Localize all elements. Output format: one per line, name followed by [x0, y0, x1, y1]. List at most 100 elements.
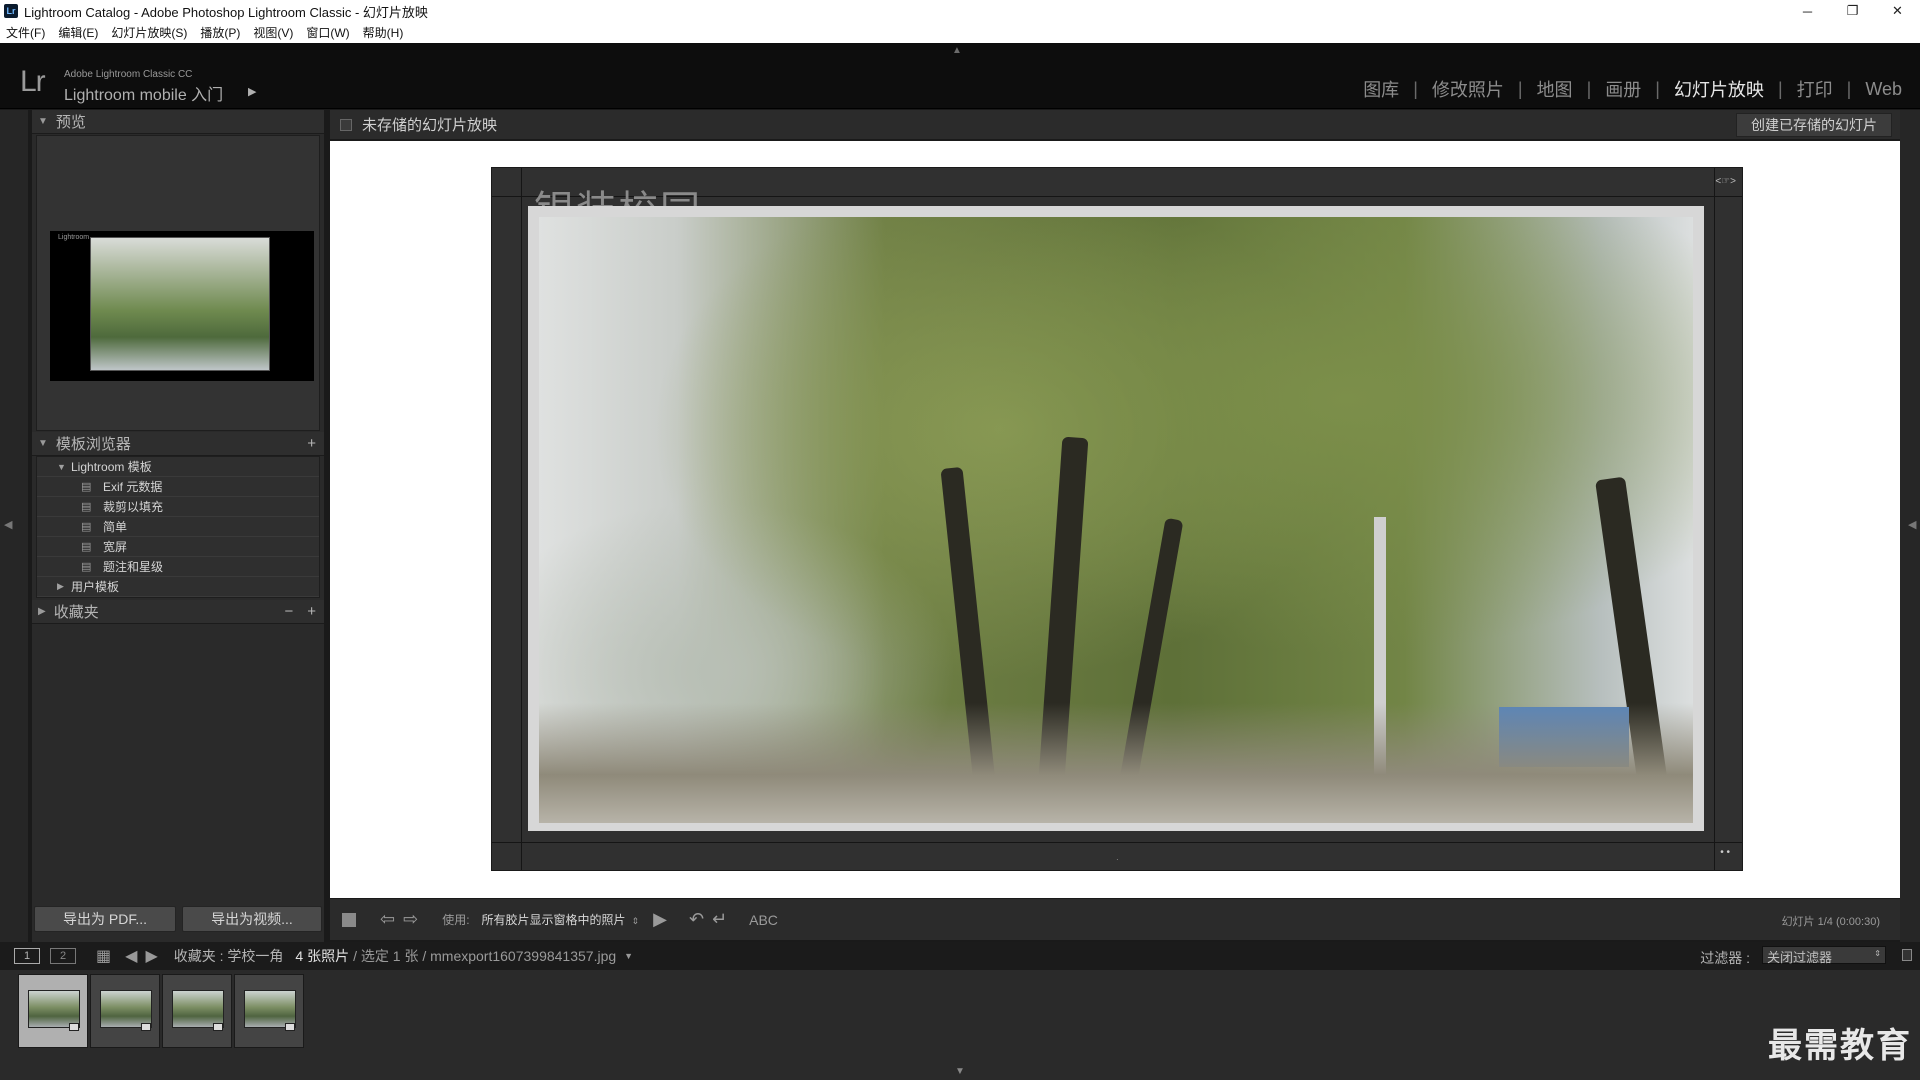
template-item[interactable]: ▤ 裁剪以填充	[37, 497, 319, 517]
forward-arrow-icon[interactable]: ▶	[145, 946, 157, 966]
folder-expand-icon[interactable]: ▶	[57, 581, 71, 592]
menu-view[interactable]: 视图(V)	[253, 24, 293, 41]
module-map[interactable]: 地图	[1535, 76, 1575, 102]
slide[interactable]: 银装校园 <☞> • • ·	[491, 167, 1743, 871]
layout-guide[interactable]	[492, 842, 1742, 843]
collapse-top-panel-icon[interactable]: ▲	[952, 45, 962, 56]
filmstrip-thumbnail[interactable]	[234, 974, 304, 1048]
template-label: 裁剪以填充	[103, 500, 164, 514]
collections-header[interactable]: ▶ 收藏夹 − +	[32, 600, 324, 624]
menu-help[interactable]: 帮助(H)	[363, 24, 404, 41]
collections-title: 收藏夹	[53, 604, 99, 621]
module-library[interactable]: 图库	[1361, 76, 1401, 102]
secondary-window-toggle[interactable]: 2	[50, 948, 76, 964]
use-dropdown-value: 所有胶片显示窗格中的照片	[481, 913, 626, 927]
filmstrip-thumbnail[interactable]	[18, 974, 88, 1048]
menu-play[interactable]: 播放(P)	[200, 24, 240, 41]
use-dropdown[interactable]: 所有胶片显示窗格中的照片 ⇕	[482, 911, 640, 928]
module-develop[interactable]: 修改照片	[1430, 76, 1506, 102]
rating-marker-icon[interactable]: • •	[1720, 847, 1730, 858]
collapse-triangle-icon[interactable]: ▶	[38, 606, 46, 617]
add-text-button[interactable]: ABC	[749, 912, 778, 928]
source-dropdown-icon[interactable]: ▼	[624, 951, 633, 961]
template-folder-lightroom[interactable]: ▼ Lightroom 模板	[37, 457, 319, 477]
menu-edit[interactable]: 编辑(E)	[58, 24, 98, 41]
caption-marker[interactable]: ·	[1116, 855, 1119, 864]
template-item[interactable]: ▤ 简单	[37, 517, 319, 537]
remove-collection-icon[interactable]: −	[284, 603, 293, 620]
layout-guide[interactable]	[1714, 168, 1715, 870]
slideshow-toolbar: ⇦ ⇨ 使用: 所有胶片显示窗格中的照片 ⇕ ▶ ↶ ↵ ABC 幻灯片 1/4 …	[330, 898, 1900, 940]
play-icon[interactable]: ▶	[653, 909, 667, 930]
filmstrip-source[interactable]: 收藏夹 : 学校一角	[174, 946, 284, 966]
preview-panel-header[interactable]: ▼ 预览	[32, 110, 324, 134]
main-window-toggle[interactable]: 1	[14, 948, 40, 964]
stop-icon[interactable]	[342, 912, 356, 927]
collection-badge-icon	[69, 1023, 79, 1031]
grid-view-icon[interactable]: ▦	[96, 946, 111, 966]
dropdown-caret-icon: ⇕	[631, 916, 640, 926]
window-title: Lightroom Catalog - Adobe Photoshop Ligh…	[24, 4, 428, 20]
slideshow-checkbox[interactable]	[340, 118, 352, 131]
filter-dropdown[interactable]: 关闭过滤器 ⇕	[1762, 946, 1886, 965]
minimize-button[interactable]: ─	[1785, 0, 1830, 22]
template-folder-user[interactable]: ▶ 用户模板	[37, 577, 319, 597]
restore-button[interactable]: ❐	[1830, 0, 1875, 22]
filmstrip-thumbnail[interactable]	[162, 974, 232, 1048]
identity-plate-mobile[interactable]: Lightroom mobile 入门	[64, 81, 223, 105]
module-print[interactable]: 打印	[1795, 76, 1835, 102]
slide-editor-canvas: 银装校园 <☞> • • ·	[330, 141, 1900, 898]
folder-expand-icon[interactable]: ▼	[57, 462, 71, 472]
template-doc-icon: ▤	[81, 481, 92, 493]
collapse-triangle-icon[interactable]: ▼	[38, 116, 48, 127]
module-web[interactable]: Web	[1863, 79, 1904, 100]
previous-slide-icon[interactable]: ⇦	[380, 909, 395, 930]
folder-label: Lightroom 模板	[71, 460, 152, 474]
module-separator: |	[1413, 78, 1418, 99]
close-button[interactable]: ✕	[1875, 0, 1920, 22]
template-item[interactable]: ▤ Exif 元数据	[37, 477, 319, 497]
add-collection-icon[interactable]: +	[307, 603, 316, 620]
layout-guide[interactable]	[521, 168, 522, 870]
template-doc-icon: ▤	[81, 561, 92, 573]
template-browser-header[interactable]: ▼ 模板浏览器 +	[32, 432, 324, 456]
template-item[interactable]: ▤ 题注和星级	[37, 557, 319, 577]
module-picker: 图库 | 修改照片 | 地图 | 画册 | 幻灯片放映 | 打印 | Web	[1361, 76, 1904, 102]
identity-plate-marker-icon[interactable]: <☞>	[1715, 176, 1736, 187]
next-slide-icon[interactable]: ⇨	[403, 909, 418, 930]
template-doc-icon: ▤	[81, 541, 92, 553]
preview-photo	[90, 237, 270, 371]
collapse-filmstrip-icon[interactable]: ▼	[955, 1066, 965, 1077]
template-label: 题注和星级	[103, 560, 164, 574]
left-panel-gutter[interactable]: ◀	[0, 110, 28, 942]
rotate-right-icon[interactable]: ↵	[712, 909, 727, 930]
export-video-button[interactable]: 导出为视频...	[182, 906, 322, 932]
slide-photo[interactable]	[539, 217, 1693, 823]
selection-info[interactable]: / 选定 1 张 / mmexport1607399841357.jpg	[353, 946, 616, 966]
expand-right-panel-icon[interactable]: ◀	[1908, 518, 1916, 531]
create-saved-slideshow-button[interactable]: 创建已存储的幻灯片	[1736, 113, 1892, 137]
folder-label: 用户模板	[71, 580, 120, 594]
filmstrip-thumbnail[interactable]	[90, 974, 160, 1048]
add-template-icon[interactable]: +	[307, 435, 316, 452]
collapse-left-panel-icon[interactable]: ◀	[4, 518, 12, 531]
template-item[interactable]: ▤ 宽屏	[37, 537, 319, 557]
module-slideshow[interactable]: 幻灯片放映	[1672, 76, 1766, 102]
filmstrip: 最需教育 ▼	[0, 970, 1920, 1080]
back-arrow-icon[interactable]: ◀	[125, 946, 137, 966]
export-pdf-button[interactable]: 导出为 PDF...	[34, 906, 176, 932]
template-label: 简单	[103, 520, 128, 534]
filter-lock-icon[interactable]	[1902, 949, 1912, 961]
right-panel-gutter[interactable]: ◀	[1900, 110, 1920, 942]
menu-file[interactable]: 文件(F)	[6, 24, 45, 41]
slide-count: 幻灯片 1/4 (0:00:30)	[1781, 916, 1880, 928]
play-arrow-icon[interactable]: ▶	[248, 85, 256, 98]
watermark-logo: 最需教育	[1768, 1026, 1912, 1066]
rotate-left-icon[interactable]: ↶	[689, 909, 704, 930]
menu-slideshow[interactable]: 幻灯片放映(S)	[111, 24, 187, 41]
menu-window[interactable]: 窗口(W)	[306, 24, 349, 41]
template-browser-title: 模板浏览器	[55, 436, 131, 453]
collapse-triangle-icon[interactable]: ▼	[38, 438, 48, 449]
module-book[interactable]: 画册	[1603, 76, 1643, 102]
module-separator: |	[1777, 78, 1783, 99]
